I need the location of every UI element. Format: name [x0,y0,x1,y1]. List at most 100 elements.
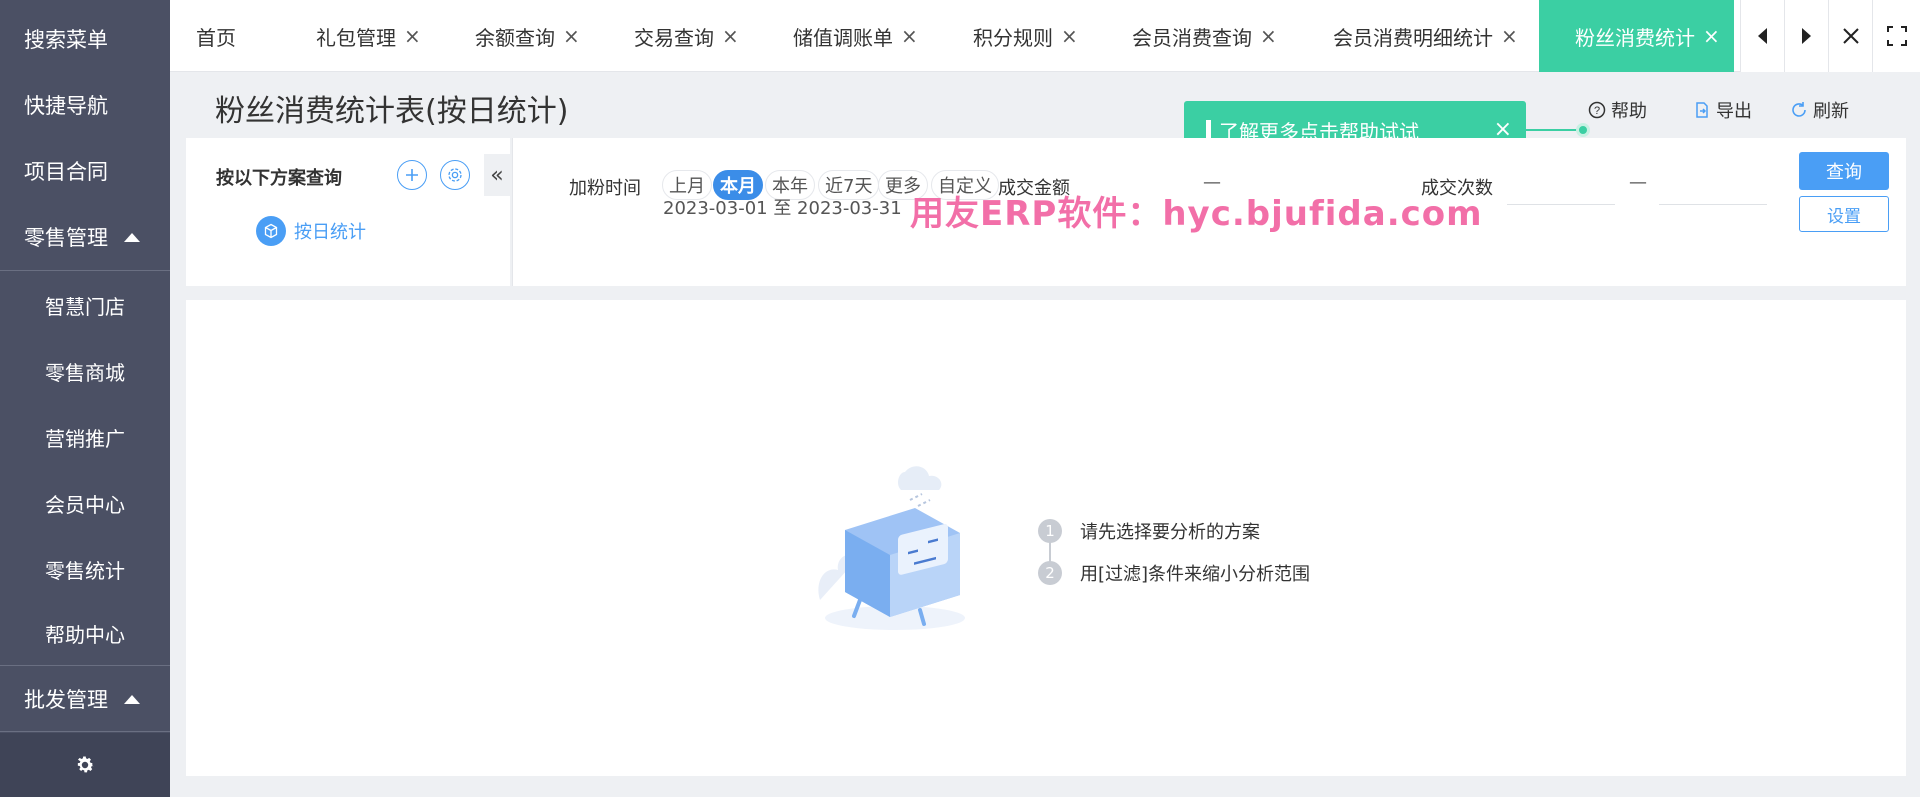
count-min-input[interactable] [1507,204,1615,205]
sidebar: 搜索菜单 快捷导航 项目合同 零售管理 智慧门店 零售商城 营销推广 会员中心 … [0,0,170,797]
scheme-panel: 按以下方案查询 按日统计 [186,138,510,286]
sidebar-item-marketing[interactable]: 营销推广 [0,404,170,470]
tab-scroll-right-button[interactable] [1784,0,1828,72]
plus-icon [406,169,418,181]
tab-label: 会员消费查询 [1132,25,1252,50]
sidebar-item-wholesale[interactable]: 批发管理 [0,666,170,732]
tab-label: 余额查询 [475,25,555,50]
double-chevron-left-icon: « [490,162,504,188]
caret-up-icon [124,232,140,242]
close-icon[interactable]: × [1703,24,1720,48]
settings-button[interactable] [0,733,170,797]
sidebar-item-label: 会员中心 [45,492,125,517]
tab-member-consumption-query[interactable]: 会员消费查询 × [1132,0,1277,72]
close-icon[interactable]: × [901,24,918,48]
scheme-settings-button[interactable] [440,160,470,190]
sidebar-item-retail-mall[interactable]: 零售商城 [0,338,170,404]
gear-icon [448,168,462,182]
svg-text:?: ? [1594,105,1600,117]
date-range-text: 2023-03-01 至 2023-03-31 [663,198,902,219]
sidebar-item-smart-store[interactable]: 智慧门店 [0,272,170,338]
tab-points-rules[interactable]: 积分规则 × [973,0,1078,72]
caret-right-icon [1802,28,1811,44]
tab-scroll-left-button[interactable] [1740,0,1784,72]
tab-label: 储值调账单 [793,25,893,50]
query-button[interactable]: 查询 [1799,152,1889,190]
sidebar-item-label: 快捷导航 [24,94,108,118]
tab-member-consumption-detail[interactable]: 会员消费明细统计 × [1333,0,1518,72]
empty-step-2: 2 用[过滤]条件来缩小分析范围 [1038,552,1310,594]
step-text: 用[过滤]条件来缩小分析范围 [1080,564,1311,585]
gear-icon [77,756,94,773]
sidebar-item-label: 搜索菜单 [24,28,108,52]
count-range-dash: — [1629,172,1647,193]
fullscreen-button[interactable] [1872,0,1920,72]
export-label: 导出 [1716,101,1752,122]
caret-left-icon [1758,28,1767,44]
help-label: 帮助 [1611,101,1647,122]
tab-transaction-query[interactable]: 交易查询 × [634,0,739,72]
close-icon[interactable]: × [404,24,421,48]
tab-label: 积分规则 [973,25,1053,50]
sidebar-divider [0,731,170,732]
tip-anchor-dot [1576,123,1590,137]
sidebar-item-search-menu[interactable]: 搜索菜单 [0,6,170,72]
scheme-item-label: 按日统计 [294,222,366,243]
scheme-title: 按以下方案查询 [216,168,342,189]
fans-time-label: 加粉时间 [569,178,641,199]
help-icon: ? [1588,101,1606,119]
sidebar-item-retail-management[interactable]: 零售管理 [0,204,170,270]
sidebar-item-member-center[interactable]: 会员中心 [0,470,170,536]
collapse-panel-button[interactable]: « [484,154,510,196]
tab-label: 首页 [196,25,236,50]
add-scheme-button[interactable] [397,160,427,190]
cube-icon [256,216,286,246]
sidebar-item-label: 智慧门店 [45,294,125,319]
page-title: 粉丝消费统计表(按日统计) [215,94,569,129]
tip-connector [1526,129,1582,131]
watermark: 用友ERP软件：hyc.bjufida.com [910,194,1483,234]
step-text: 请先选择要分析的方案 [1080,522,1260,543]
refresh-button[interactable]: 刷新 [1790,97,1849,123]
scheme-item-daily[interactable]: 按日统计 [256,216,366,246]
sidebar-item-label: 批发管理 [24,688,108,712]
tab-bar: 首页 礼包管理 × 余额查询 × 交易查询 × 储值调账单 × 积分规则 × 会员消费查询… [170,0,1920,72]
tab-label: 交易查询 [634,25,714,50]
tab-label: 粉丝消费统计 [1575,25,1695,50]
step-number: 2 [1038,561,1062,585]
settings-filter-button[interactable]: 设置 [1799,196,1889,232]
tab-stored-value-adjust[interactable]: 储值调账单 × [793,0,918,72]
sidebar-item-label: 帮助中心 [45,622,125,647]
empty-step-1: 1 请先选择要分析的方案 [1038,510,1310,552]
sidebar-item-label: 营销推广 [45,426,125,451]
close-icon[interactable]: × [1260,24,1277,48]
close-icon[interactable]: × [563,24,580,48]
sidebar-item-quick-nav[interactable]: 快捷导航 [0,72,170,138]
sidebar-item-label: 零售统计 [45,558,125,583]
step-connector [1049,540,1051,564]
sidebar-divider [0,270,170,271]
tab-gift-package[interactable]: 礼包管理 × [316,0,421,72]
sidebar-item-label: 项目合同 [24,160,108,184]
caret-up-icon [124,694,140,704]
export-button[interactable]: 导出 [1693,97,1752,123]
help-button[interactable]: ? 帮助 [1588,97,1647,123]
empty-state-robot-illustration [818,466,965,630]
count-max-input[interactable] [1659,204,1767,205]
tip-accent-bar [1206,120,1211,140]
close-icon[interactable]: × [722,24,739,48]
tab-label: 礼包管理 [316,25,396,50]
tab-balance-query[interactable]: 余额查询 × [475,0,580,72]
tab-label: 会员消费明细统计 [1333,25,1493,50]
refresh-label: 刷新 [1813,101,1849,122]
sidebar-item-label: 零售商城 [45,360,125,385]
close-icon[interactable]: × [1061,24,1078,48]
sidebar-item-retail-stats[interactable]: 零售统计 [0,536,170,602]
close-icon[interactable]: × [1501,24,1518,48]
sidebar-item-project-contract[interactable]: 项目合同 [0,138,170,204]
close-all-tabs-button[interactable] [1828,0,1872,72]
sidebar-item-help-center[interactable]: 帮助中心 [0,600,170,666]
tab-fans-consumption-stats[interactable]: 粉丝消费统计 × [1539,0,1734,72]
tab-home[interactable]: 首页 [196,0,236,72]
empty-state-steps: 1 请先选择要分析的方案 2 用[过滤]条件来缩小分析范围 [1038,510,1310,594]
